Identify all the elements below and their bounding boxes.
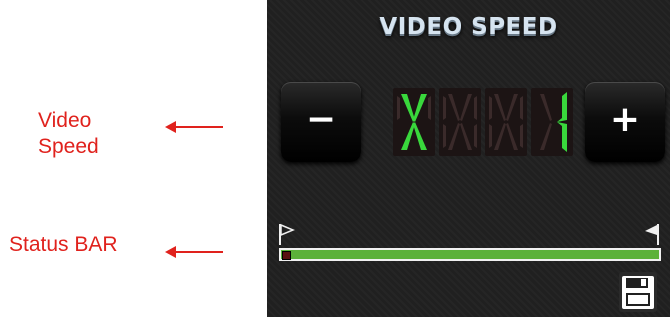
status-bar[interactable] <box>279 248 661 261</box>
video-speed-annotation-line1: Video <box>38 109 92 132</box>
digit-3 <box>485 88 527 156</box>
digit-2 <box>439 88 481 156</box>
increase-speed-button[interactable]: + <box>585 82 665 162</box>
digit-1 <box>393 88 435 156</box>
end-flag-icon <box>645 224 659 245</box>
save-button[interactable] <box>619 272 657 312</box>
decrease-speed-button[interactable]: − <box>281 82 361 162</box>
video-speed-annotation-line2: Speed <box>38 135 99 158</box>
speed-display: X 1 <box>393 88 577 156</box>
status-bar-arrow-icon <box>165 246 223 258</box>
minus-icon: − <box>305 99 337 140</box>
plus-icon: + <box>609 99 641 140</box>
video-speed-annotation: Video Speed <box>38 108 99 160</box>
video-speed-arrow-icon <box>165 121 223 133</box>
video-speed-panel: VIDEO SPEED − X 1 <box>267 0 670 317</box>
floppy-disk-icon <box>622 276 654 309</box>
start-flag-icon <box>279 223 295 245</box>
panel-title: VIDEO SPEED <box>379 14 558 40</box>
digit-4 <box>531 88 573 156</box>
status-bar-annotation: Status BAR <box>9 233 118 256</box>
status-bar-position-marker[interactable] <box>282 251 291 260</box>
